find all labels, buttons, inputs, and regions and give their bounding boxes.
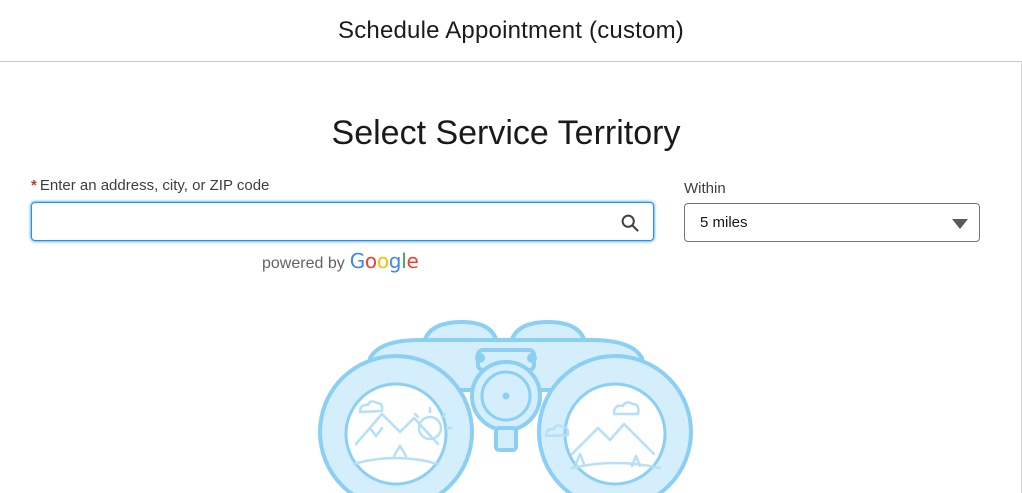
address-label-text: Enter an address, city, or ZIP code — [39, 177, 270, 194]
google-logo-letter: g — [388, 249, 402, 273]
google-logo: Google — [350, 249, 419, 273]
within-label: Within — [684, 180, 726, 197]
required-marker: * — [31, 177, 37, 194]
google-logo-letter: o — [376, 249, 389, 273]
binoculars-illustration — [318, 320, 693, 493]
within-selected-value: 5 miles — [700, 214, 748, 231]
address-field-label: * Enter an address, city, or ZIP code — [31, 177, 269, 194]
chevron-down-icon — [952, 219, 968, 229]
page-header: Schedule Appointment (custom) — [0, 0, 1022, 62]
search-icon[interactable] — [621, 214, 639, 232]
section-title: Select Service Territory — [331, 114, 681, 152]
within-distance-select[interactable]: 5 miles — [684, 203, 980, 242]
powered-by-google: powered by Google — [262, 249, 419, 273]
google-logo-letter: o — [364, 249, 377, 273]
address-search-input[interactable] — [40, 207, 610, 236]
google-logo-letter: G — [349, 249, 366, 273]
page-header-title: Schedule Appointment (custom) — [338, 16, 684, 44]
google-logo-letter: e — [406, 249, 419, 273]
powered-by-text: powered by — [262, 255, 345, 272]
address-search-box[interactable] — [31, 202, 654, 241]
